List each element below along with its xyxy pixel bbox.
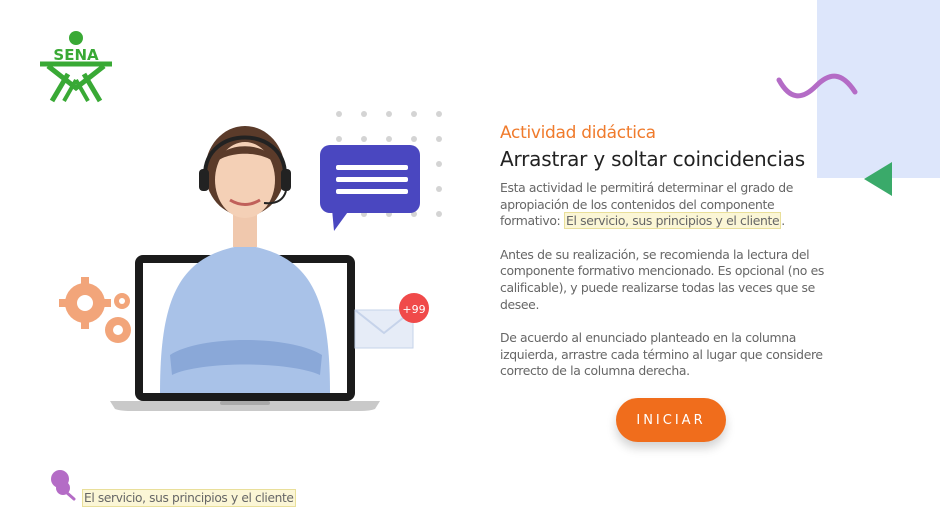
chat-bubble-icon — [320, 145, 420, 231]
activity-title: Arrastrar y soltar coincidencias — [500, 147, 805, 171]
intro-paragraph: Esta actividad le permitirá determinar e… — [500, 180, 830, 230]
logo-text: SENA — [53, 46, 99, 64]
sena-logo: SENA — [38, 30, 116, 104]
start-button[interactable]: INICIAR — [616, 398, 726, 442]
footer-note: El servicio, sus principios y el cliente — [82, 489, 296, 507]
activity-eyebrow: Actividad didáctica — [500, 123, 656, 143]
badge-count: +99 — [402, 303, 425, 316]
support-agent-illustration: +99 — [50, 105, 450, 415]
notification-badge: +99 — [399, 293, 429, 323]
highlighted-topic: El servicio, sus principios y el cliente — [563, 212, 782, 230]
instructions-paragraph: De acuerdo al enunciado planteado en la … — [500, 330, 823, 379]
gear-icon — [59, 277, 131, 343]
triangle-icon — [864, 162, 892, 196]
intro-suffix: . — [781, 213, 785, 229]
wave-icon — [776, 73, 858, 99]
sena-logo-icon: SENA — [40, 31, 112, 103]
recommendation-paragraph: Antes de su realización, se recomienda l… — [500, 246, 824, 312]
pin-icon — [51, 470, 76, 501]
activity-intro: Actividad didáctica Arrastrar y soltar c… — [500, 122, 830, 397]
